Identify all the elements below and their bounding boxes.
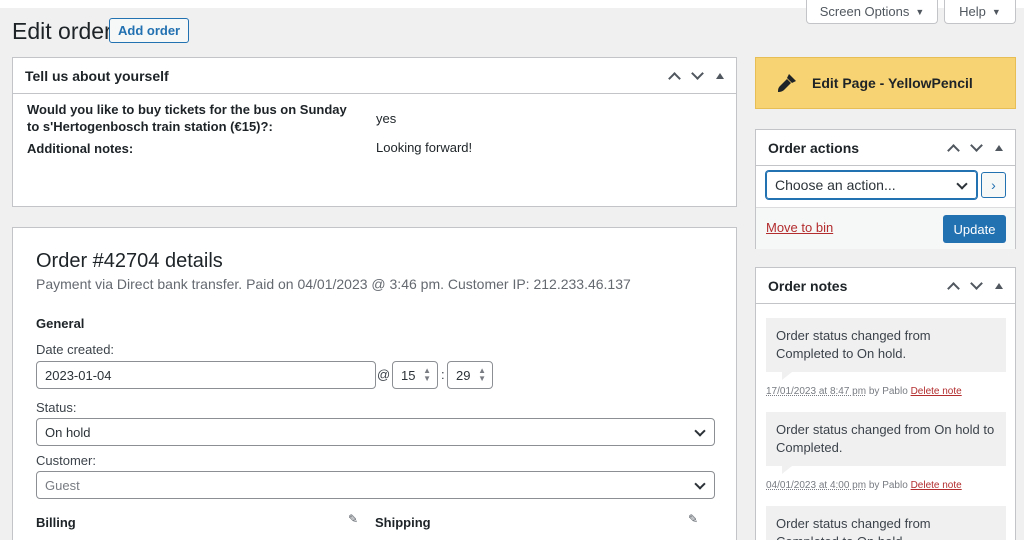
date-created-label: Date created: xyxy=(36,342,115,357)
status-select[interactable]: On hold xyxy=(36,418,715,446)
help-label: Help xyxy=(959,4,986,19)
paint-brush-icon xyxy=(778,74,796,92)
general-title: General xyxy=(36,316,85,331)
about-yourself-box: Tell us about yourself Would you like to… xyxy=(12,57,737,207)
add-order-button[interactable]: Add order xyxy=(109,18,190,43)
page-title: Edit order xyxy=(12,18,112,44)
note-author: by Pablo xyxy=(868,480,908,491)
note-timestamp: 17/01/2023 at 8:47 pm xyxy=(766,386,867,397)
edit-billing-pencil-icon[interactable]: ✎ xyxy=(348,512,358,526)
date-created-input[interactable]: 2023-01-04 xyxy=(36,361,376,389)
note-author: by Pablo xyxy=(868,386,908,397)
chevron-down-icon xyxy=(694,478,706,490)
note-text: Order status changed from On hold to Com… xyxy=(766,412,1006,474)
screen-options-label: Screen Options xyxy=(819,4,910,19)
question-answer: Looking forward! xyxy=(376,140,473,155)
yellowpencil-button[interactable]: Edit Page - YellowPencil xyxy=(755,57,1016,109)
note-meta: 04/01/2023 at 4:00 pm by Pablo Delete no… xyxy=(766,480,1006,491)
move-up-icon[interactable] xyxy=(668,71,681,85)
question-label: Additional notes: xyxy=(27,141,134,156)
toggle-panel-icon[interactable] xyxy=(995,282,1003,289)
order-actions-header: Order actions xyxy=(756,130,1015,166)
note-meta: 17/01/2023 at 8:47 pm by Pablo Delete no… xyxy=(766,386,1006,397)
note-item: Order status changed from Completed to O… xyxy=(766,318,1006,397)
chevron-down-icon xyxy=(956,178,968,190)
status-label: Status: xyxy=(36,400,77,415)
order-notes-header: Order notes xyxy=(756,268,1015,304)
order-actions-box: Order actions Choose an action... › Move… xyxy=(755,129,1016,249)
move-up-icon[interactable] xyxy=(947,281,960,295)
yellowpencil-label: Edit Page - YellowPencil xyxy=(812,75,973,91)
help-button[interactable]: Help ▼ xyxy=(944,0,1016,24)
order-actions-footer: Move to bin Update xyxy=(756,207,1015,249)
order-subtitle: Payment via Direct bank transfer. Paid o… xyxy=(36,276,631,292)
screen-options-button[interactable]: Screen Options ▼ xyxy=(806,0,938,24)
chevron-down-icon xyxy=(694,425,706,437)
delete-note-link[interactable]: Delete note xyxy=(911,480,962,491)
apply-action-button[interactable]: › xyxy=(981,172,1006,198)
move-down-icon[interactable] xyxy=(970,277,983,290)
order-actions-title: Order actions xyxy=(768,139,860,156)
question-answer: yes xyxy=(376,111,397,126)
customer-select[interactable]: Guest xyxy=(36,471,715,499)
order-details-box: Order #42704 details Payment via Direct … xyxy=(12,227,737,540)
shipping-title: Shipping xyxy=(375,515,431,530)
toggle-panel-icon[interactable] xyxy=(995,144,1003,151)
caret-down-icon: ▼ xyxy=(915,6,925,17)
order-notes-box: Order notes Order status changed from Co… xyxy=(755,267,1016,540)
customer-label: Customer: xyxy=(36,453,96,468)
order-title: Order #42704 details xyxy=(36,250,223,272)
stepper-icon[interactable]: ▲ ▼ xyxy=(423,367,431,383)
time-colon: : xyxy=(441,367,445,382)
minute-input[interactable]: 29 ▲ ▼ xyxy=(447,361,493,389)
at-symbol: @ xyxy=(377,367,391,382)
question-label: Would you like to buy tickets for the bu… xyxy=(27,102,347,134)
move-down-icon[interactable] xyxy=(691,67,704,80)
delete-note-link[interactable]: Delete note xyxy=(911,386,962,397)
billing-title: Billing xyxy=(36,515,76,530)
caret-down-icon: ▼ xyxy=(991,6,1001,17)
update-button[interactable]: Update xyxy=(943,215,1006,243)
note-timestamp: 04/01/2023 at 4:00 pm xyxy=(766,480,867,491)
order-notes-title: Order notes xyxy=(768,277,848,294)
about-box-title: Tell us about yourself xyxy=(25,67,169,84)
toggle-panel-icon[interactable] xyxy=(716,72,724,79)
note-item: Order status changed from On hold to Com… xyxy=(766,412,1006,491)
note-text: Order status changed from Completed to O… xyxy=(766,506,1006,540)
order-action-select[interactable]: Choose an action... xyxy=(766,171,977,199)
hour-input[interactable]: 15 ▲ ▼ xyxy=(392,361,438,389)
move-down-icon[interactable] xyxy=(970,139,983,152)
note-text: Order status changed from Completed to O… xyxy=(766,318,1006,380)
edit-shipping-pencil-icon[interactable]: ✎ xyxy=(688,512,698,526)
move-up-icon[interactable] xyxy=(947,143,960,157)
note-item: Order status changed from Completed to O… xyxy=(766,506,1006,540)
about-box-header: Tell us about yourself xyxy=(13,58,736,94)
stepper-icon[interactable]: ▲ ▼ xyxy=(478,367,486,383)
move-to-bin-link[interactable]: Move to bin xyxy=(766,220,833,235)
